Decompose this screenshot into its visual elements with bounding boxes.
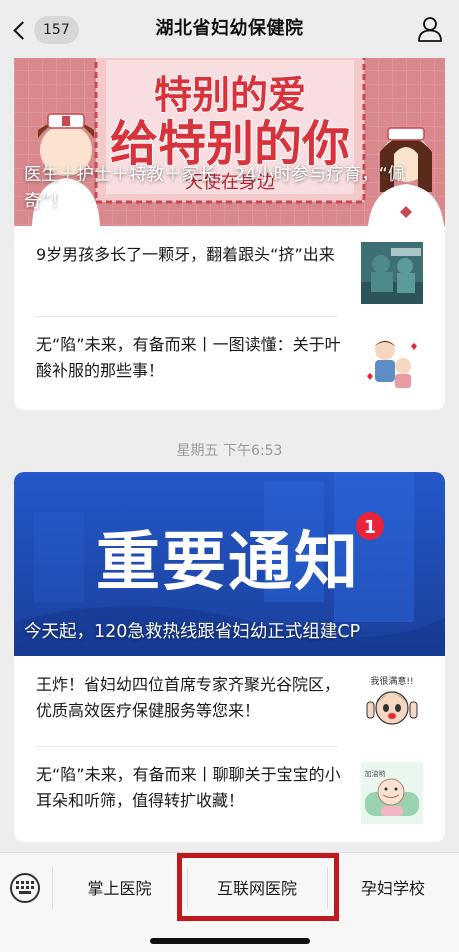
article-thumbnail	[361, 242, 423, 304]
menu-item-pregnancy-school[interactable]: 孕妇学校	[327, 875, 459, 903]
article-card: 特别的爱 给特别的你 天使在身边 医生＋护士＋特教＋家长，24小时参与疗育，“佩…	[14, 58, 445, 410]
banner-headline: 重要通知	[96, 526, 360, 600]
home-indicator[interactable]	[150, 938, 310, 944]
list-item[interactable]: 无“陷”未来，有备而来丨聊聊关于宝宝的小耳朵和听筛，值得转扩收藏！ 加油哟	[14, 746, 445, 836]
bottom-menu: 掌上医院 互联网医院 孕妇学校	[0, 852, 459, 952]
banner-article[interactable]: 特别的爱 给特别的你 天使在身边 医生＋护士＋特教＋家长，24小时参与疗育，“佩…	[14, 58, 445, 226]
banner-article[interactable]: 重要通知 1 今天起，120急救热线跟省妇幼正式组建CP	[14, 472, 445, 656]
keyboard-icon[interactable]	[10, 873, 40, 903]
page-title: 湖北省妇幼保健院	[155, 18, 304, 39]
unread-count-badge: 157	[34, 16, 79, 44]
back-button[interactable]: 157	[12, 16, 79, 44]
article-title: 无“陷”未来，有备而来丨一图读懂：关于叶酸补服的那些事！	[36, 335, 341, 380]
thumbnail-text: 加油哟	[365, 769, 386, 778]
notification-badge-count: 1	[364, 517, 377, 538]
list-item[interactable]: 无“陷”未来，有备而来丨一图读懂：关于叶酸补服的那些事！	[14, 316, 445, 406]
message-timestamp: 星期五 下午6:53	[176, 443, 283, 459]
article-title: 王炸！省妇幼四位首席专家齐聚光谷院区，优质高效医疗保健服务等您来！	[36, 675, 341, 720]
person-icon[interactable]	[417, 16, 443, 42]
thumbnail-text: 我很满意!!	[370, 675, 413, 687]
banner-caption: 今天起，120急救热线跟省妇幼正式组建CP	[24, 622, 361, 642]
chevron-left-icon	[13, 20, 32, 40]
article-card: 重要通知 1 今天起，120急救热线跟省妇幼正式组建CP 王炸！省妇幼四位首席专…	[14, 472, 445, 842]
article-thumbnail: 我很满意!!	[361, 672, 423, 734]
list-item[interactable]: 9岁男孩多长了一颗牙，翻着跟头“挤”出来	[14, 226, 445, 316]
article-thumbnail	[361, 332, 423, 394]
banner-caption: 医生＋护士＋特教＋家长，24小时参与疗育，“佩奇”！	[24, 165, 406, 212]
message-feed[interactable]: 特别的爱 给特别的你 天使在身边 医生＋护士＋特教＋家长，24小时参与疗育，“佩…	[0, 58, 459, 852]
nav-bar: 157 湖北省妇幼保健院	[0, 0, 459, 58]
banner-headline-1: 特别的爱	[154, 73, 306, 117]
article-thumbnail: 加油哟	[361, 762, 423, 824]
menu-item-mobile-hospital[interactable]: 掌上医院	[52, 875, 187, 903]
article-title: 9岁男孩多长了一颗牙，翻着跟头“挤”出来	[36, 245, 335, 264]
article-title: 无“陷”未来，有备而来丨聊聊关于宝宝的小耳朵和听筛，值得转扩收藏！	[36, 765, 341, 810]
list-item[interactable]: 王炸！省妇幼四位首席专家齐聚光谷院区，优质高效医疗保健服务等您来！ 我很满意!!	[14, 656, 445, 746]
highlight-box	[177, 853, 339, 921]
